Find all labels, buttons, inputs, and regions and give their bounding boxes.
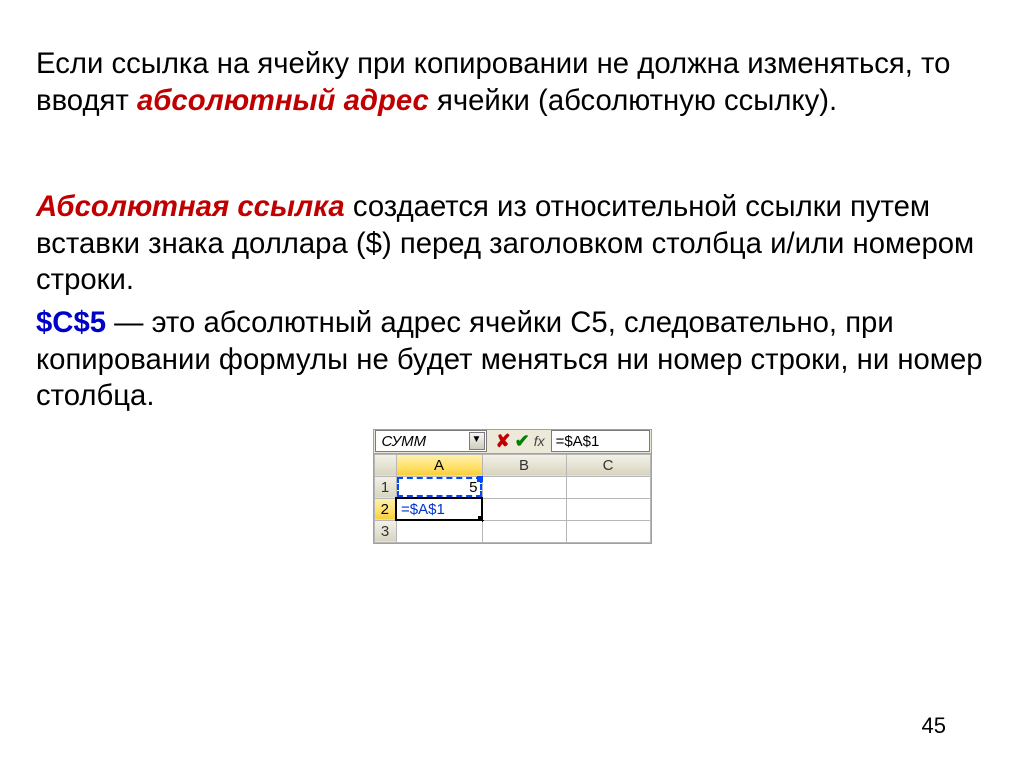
cancel-icon[interactable]: ✘	[496, 432, 511, 450]
cell-a3[interactable]	[396, 520, 482, 542]
cell-c1[interactable]	[566, 476, 650, 498]
term-absolute-reference: Абсолютная ссылка	[36, 190, 345, 223]
cell-a1[interactable]: 5	[396, 476, 482, 498]
spreadsheet-grid: A B C 1 5 2 =$A$1	[374, 454, 651, 543]
paragraph-absolute-address: Если ссылка на ячейку при копировании не…	[36, 46, 988, 119]
column-header-c[interactable]: C	[566, 454, 650, 476]
formula-input[interactable]: =$A$1	[551, 430, 650, 452]
fx-icon[interactable]: fx	[534, 433, 545, 449]
select-all-corner[interactable]	[374, 454, 396, 476]
cell-ref-c5: $C$5	[36, 306, 106, 339]
excel-window: СУММ ▼ ✘ ✔ fx =$A$1 A B C	[373, 429, 652, 544]
col-label: B	[519, 457, 529, 474]
formula-input-value: =$A$1	[556, 433, 600, 450]
formula-bar: СУММ ▼ ✘ ✔ fx =$A$1	[374, 430, 651, 454]
cell-b3[interactable]	[482, 520, 566, 542]
slide: Если ссылка на ячейку при копировании не…	[0, 0, 1024, 767]
col-label: C	[603, 457, 614, 474]
cell-a2-value: =$A$1	[401, 501, 445, 518]
row-label: 2	[381, 501, 389, 518]
cell-c2[interactable]	[566, 498, 650, 520]
row-label: 1	[381, 479, 389, 496]
paragraph-example-c5: $C$5 — это абсолютный адрес ячейки С5, с…	[36, 305, 988, 415]
cell-b1[interactable]	[482, 476, 566, 498]
name-box[interactable]: СУММ ▼	[375, 430, 487, 452]
column-header-a[interactable]: A	[396, 454, 482, 476]
row-header-3[interactable]: 3	[374, 520, 396, 542]
confirm-icon[interactable]: ✔	[515, 432, 530, 450]
column-header-b[interactable]: B	[482, 454, 566, 476]
cell-a1-value: 5	[469, 479, 477, 496]
row-label: 3	[381, 523, 389, 540]
cell-b2[interactable]	[482, 498, 566, 520]
page-number: 45	[922, 713, 946, 739]
term-absolute-address: абсолютный адрес	[137, 84, 429, 117]
cell-a2-active[interactable]: =$A$1	[396, 498, 482, 520]
excel-figure: СУММ ▼ ✘ ✔ fx =$A$1 A B C	[36, 429, 988, 544]
paragraph-absolute-reference: Абсолютная ссылка создается из относител…	[36, 189, 988, 299]
col-label: A	[434, 457, 444, 474]
text: ячейки (абсолютную ссылку).	[429, 84, 837, 117]
formula-bar-buttons: ✘ ✔ fx	[488, 432, 551, 450]
text: — это абсолютный адрес ячейки С5, следов…	[36, 306, 983, 412]
name-box-value: СУММ	[382, 433, 427, 450]
row-header-1[interactable]: 1	[374, 476, 396, 498]
cell-c3[interactable]	[566, 520, 650, 542]
row-header-2[interactable]: 2	[374, 498, 396, 520]
spacer	[36, 125, 988, 189]
name-box-dropdown-icon[interactable]: ▼	[469, 432, 485, 450]
